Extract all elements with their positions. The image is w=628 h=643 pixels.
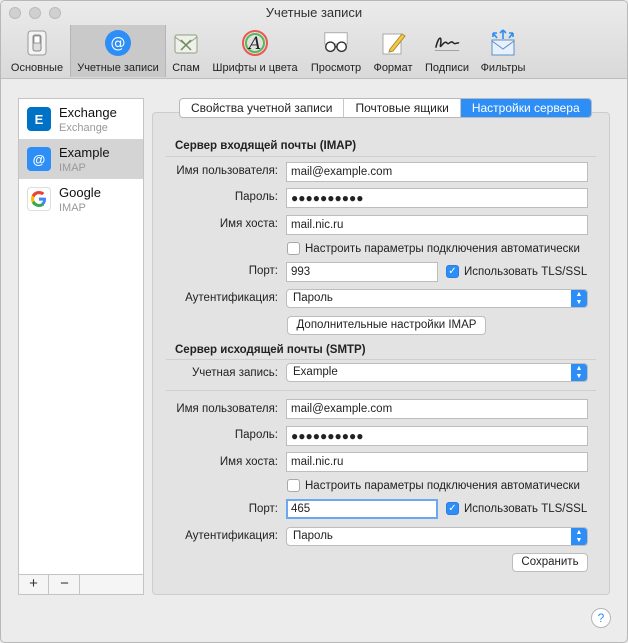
switch-icon	[23, 29, 51, 57]
imap-tls-checkbox[interactable]: ✓ Использовать TLS/SSL	[446, 265, 587, 278]
smtp-auth-value: Пароль	[293, 530, 333, 542]
divider	[166, 390, 596, 391]
toolbar-accounts[interactable]: @ Учетные записи	[70, 25, 166, 77]
window-title: Учетные записи	[265, 5, 363, 20]
smtp-port-field[interactable]: 465	[286, 499, 438, 519]
remove-account-button[interactable]: −	[50, 575, 80, 594]
account-name: Google	[59, 185, 101, 200]
divider	[166, 359, 596, 360]
imap-auto-config-checkbox[interactable]: Настроить параметры подключения автомати…	[287, 242, 580, 255]
checkmark-icon: ✓	[446, 265, 459, 278]
account-name: Exchange	[59, 105, 117, 120]
smtp-tls-label: Использовать TLS/SSL	[464, 502, 588, 515]
account-type: IMAP	[59, 162, 86, 174]
toolbar-label: Учетные записи	[77, 62, 159, 74]
imap-host-label: Имя хоста:	[219, 218, 278, 230]
imap-advanced-button[interactable]: Дополнительные настройки IMAP	[287, 316, 486, 335]
signature-icon	[433, 29, 461, 57]
account-item-exchange[interactable]: E Exchange Exchange	[19, 99, 143, 139]
smtp-account-value: Example	[293, 366, 338, 378]
divider	[166, 156, 596, 157]
toolbar-fonts-colors[interactable]: A Шрифты и цвета	[208, 25, 302, 77]
toolbar-label: Основные	[10, 62, 64, 74]
imap-username-field[interactable]: mail@example.com	[286, 162, 588, 182]
smtp-username-field[interactable]: mail@example.com	[286, 399, 588, 419]
smtp-account-label: Учетная запись:	[191, 367, 278, 379]
imap-auth-value: Пароль	[293, 292, 333, 304]
tab-bar: Свойства учетной записи Почтовые ящики Н…	[179, 98, 592, 118]
smtp-host-field[interactable]: mail.nic.ru	[286, 452, 588, 472]
checkmark-icon: ✓	[446, 502, 459, 515]
toolbar-rules[interactable]: Фильтры	[476, 25, 530, 77]
imap-port-field[interactable]: 993	[286, 262, 438, 282]
smtp-password-label: Пароль:	[234, 429, 278, 441]
account-name: Example	[59, 145, 110, 160]
accounts-footer: + −	[19, 574, 143, 594]
google-icon	[27, 187, 51, 211]
account-type: Exchange	[59, 122, 108, 134]
toolbar-composing[interactable]: Формат	[370, 25, 416, 77]
imap-auth-select[interactable]: Пароль ▲ ▼	[286, 289, 588, 308]
tab-server-settings[interactable]: Настройки сервера	[460, 99, 591, 117]
preferences-window: Учетные записи Основные @ Учетные записи…	[0, 0, 628, 643]
updown-arrows-icon: ▲ ▼	[571, 364, 587, 381]
smtp-auth-label: Аутентификация:	[185, 530, 278, 542]
imap-auth-label: Аутентификация:	[185, 292, 278, 304]
smtp-auto-config-label: Настроить параметры подключения автомати…	[305, 479, 580, 492]
checkbox-icon	[287, 242, 300, 255]
smtp-auto-config-checkbox[interactable]: Настроить параметры подключения автомати…	[287, 479, 580, 492]
smtp-account-select[interactable]: Example ▲ ▼	[286, 363, 588, 382]
tab-mailbox-behaviors[interactable]: Почтовые ящики	[344, 99, 461, 117]
imap-password-field[interactable]: ●●●●●●●●●●	[286, 188, 588, 208]
toolbar-general[interactable]: Основные	[5, 25, 69, 77]
smtp-port-label: Порт:	[248, 503, 278, 515]
smtp-username-label: Имя пользователя:	[176, 403, 278, 415]
imap-port-label: Порт:	[248, 265, 278, 277]
account-type: IMAP	[59, 202, 86, 214]
font-icon: A	[241, 29, 269, 57]
imap-auto-config-label: Настроить параметры подключения автомати…	[305, 242, 580, 255]
accounts-list: E Exchange Exchange @ Example IMAP Googl…	[18, 98, 144, 595]
toolbar-signatures[interactable]: Подписи	[420, 25, 474, 77]
junk-mail-icon	[172, 29, 200, 57]
save-button[interactable]: Сохранить	[512, 553, 588, 572]
pencil-icon	[379, 29, 407, 57]
toolbar-label: Формат	[373, 62, 413, 74]
imap-section-title: Сервер входящей почты (IMAP)	[175, 140, 357, 152]
toolbar-label: Фильтры	[480, 62, 526, 74]
imap-host-field[interactable]: mail.nic.ru	[286, 215, 588, 235]
account-item-example[interactable]: @ Example IMAP	[19, 139, 143, 179]
toolbar-label: Подписи	[425, 62, 469, 74]
smtp-host-label: Имя хоста:	[219, 456, 278, 468]
smtp-auth-select[interactable]: Пароль ▲ ▼	[286, 527, 588, 546]
toolbar-junk[interactable]: Спам	[167, 25, 205, 77]
glasses-icon	[322, 29, 350, 57]
toolbar-viewing[interactable]: Просмотр	[306, 25, 366, 77]
smtp-tls-checkbox[interactable]: ✓ Использовать TLS/SSL	[446, 502, 587, 515]
help-button[interactable]: ?	[591, 608, 611, 628]
svg-text:@: @	[111, 34, 126, 52]
updown-arrows-icon: ▲ ▼	[571, 290, 587, 307]
tab-account-info[interactable]: Свойства учетной записи	[180, 99, 345, 117]
toolbar-label: Спам	[172, 62, 200, 74]
smtp-section-title: Сервер исходящей почты (SMTP)	[175, 344, 366, 356]
toolbar: Учетные записи Основные @ Учетные записи…	[1, 1, 627, 79]
at-sign-icon: @	[104, 29, 132, 57]
exchange-icon: E	[27, 107, 51, 131]
imap-password-label: Пароль:	[234, 191, 278, 203]
smtp-password-field[interactable]: ●●●●●●●●●●	[286, 426, 588, 446]
checkbox-icon	[287, 479, 300, 492]
at-sign-icon: @	[27, 147, 51, 171]
filters-icon	[489, 29, 517, 57]
imap-tls-label: Использовать TLS/SSL	[464, 265, 588, 278]
account-item-google[interactable]: Google IMAP	[19, 179, 143, 219]
updown-arrows-icon: ▲ ▼	[571, 528, 587, 545]
toolbar-label: Шрифты и цвета	[212, 62, 298, 74]
imap-username-label: Имя пользователя:	[176, 165, 278, 177]
toolbar-label: Просмотр	[310, 62, 362, 74]
add-account-button[interactable]: +	[19, 575, 49, 594]
svg-text:A: A	[247, 34, 261, 54]
